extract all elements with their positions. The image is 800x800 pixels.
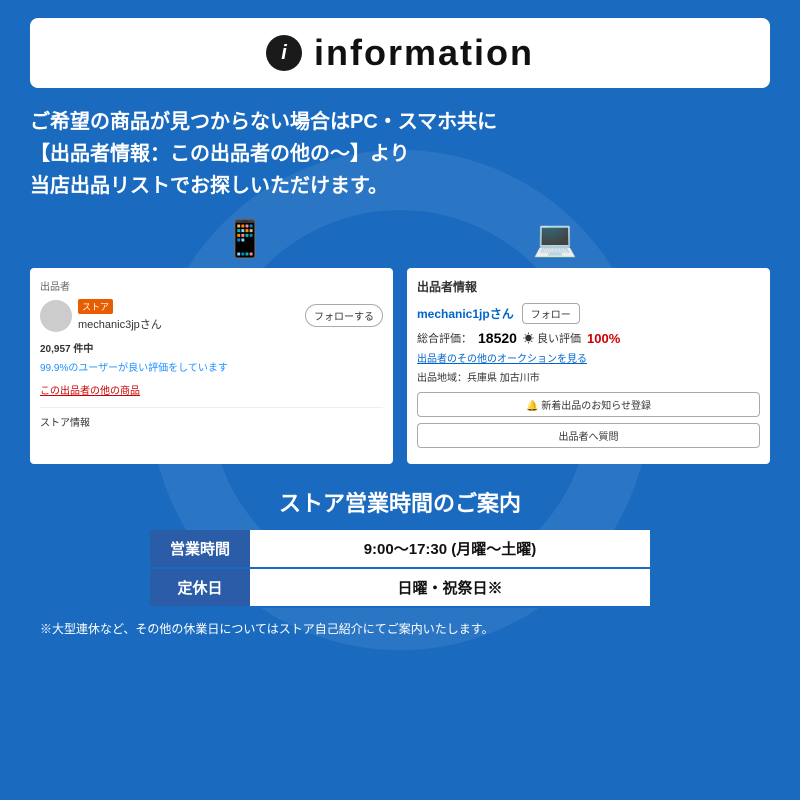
seller-avatar-left: [40, 300, 72, 332]
store-hours-title: ストア営業時間のご案内: [30, 486, 770, 518]
table-row-hours: 営業時間 9:00〜17:30 (月曜〜土曜): [150, 530, 650, 568]
store-hours-section: ストア営業時間のご案内 営業時間 9:00〜17:30 (月曜〜土曜) 定休日 …: [30, 486, 770, 637]
holiday-label: 定休日: [150, 568, 250, 607]
intro-text: ご希望の商品が見つからない場合はPC・スマホ共に 【出品者情報：この出品者の他の…: [30, 106, 770, 202]
name-row-right: mechanic1jpさん フォロー: [417, 303, 760, 324]
follow-button-right[interactable]: フォロー: [522, 303, 580, 324]
good-rating-left: 99.9%のユーザーが良い評価をしています: [40, 359, 383, 374]
intro-line1: ご希望の商品が見つからない場合はPC・スマホ共に: [30, 106, 770, 138]
seller-row-left: ストア mechanic3jpさん フォローする: [40, 299, 383, 332]
info-icon: i: [266, 35, 302, 71]
holiday-value: 日曜・祝祭日※: [250, 568, 650, 607]
seller-name-block-left: ストア mechanic3jpさん: [78, 299, 305, 332]
device-icons-row: 📱 💻: [30, 218, 770, 260]
hours-table: 営業時間 9:00〜17:30 (月曜〜土曜) 定休日 日曜・祝祭日※: [150, 530, 650, 608]
good-percent: 100%: [587, 331, 620, 346]
auction-link[interactable]: 出品者のその他のオークションを見る: [417, 350, 760, 365]
location-text: 出品地域：兵庫県 加古川市: [417, 369, 760, 384]
follow-button-left[interactable]: フォローする: [305, 304, 383, 327]
smartphone-icon: 📱: [223, 218, 268, 260]
store-badge: ストア: [78, 299, 113, 314]
computer-icon: 💻: [533, 218, 578, 260]
hours-note: ※大型連休など、その他の休業日についてはストア自己紹介にてご案内いたします。: [30, 620, 770, 637]
rating-label: 総合評価：: [417, 330, 472, 346]
stats-left: 20,957 件中: [40, 340, 383, 355]
rating-number: 18520: [478, 330, 517, 346]
good-label: ☀ 良い評価: [523, 330, 581, 346]
notify-button[interactable]: 🔔 新着出品のお知らせ登録: [417, 392, 760, 417]
hours-value: 9:00〜17:30 (月曜〜土曜): [250, 530, 650, 568]
screenshot-right: 出品者情報 mechanic1jpさん フォロー 総合評価： 18520 ☀ 良…: [407, 268, 770, 464]
header-box: i information: [30, 18, 770, 88]
page-title: information: [314, 32, 534, 74]
rating-row: 総合評価： 18520 ☀ 良い評価 100%: [417, 330, 760, 346]
divider-left: [40, 407, 383, 408]
intro-line3: 当店出品リストでお探しいただけます。: [30, 170, 770, 202]
hours-label: 営業時間: [150, 530, 250, 568]
seller-name-right: mechanic1jpさん: [417, 305, 514, 322]
screenshot-left: 出品者 ストア mechanic3jpさん フォローする 20,957 件中 9…: [30, 268, 393, 464]
seller-name-left: mechanic3jpさん: [78, 316, 305, 332]
section-label-left: 出品者: [40, 278, 383, 293]
question-button[interactable]: 出品者へ質問: [417, 423, 760, 448]
other-items-link[interactable]: この出品者の他の商品: [40, 382, 383, 397]
seller-info-title: 出品者情報: [417, 278, 760, 295]
intro-line2: 【出品者情報：この出品者の他の〜】より: [30, 138, 770, 170]
screenshots-row: 出品者 ストア mechanic3jpさん フォローする 20,957 件中 9…: [30, 268, 770, 464]
store-info-left: ストア情報: [40, 414, 383, 429]
table-row-holiday: 定休日 日曜・祝祭日※: [150, 568, 650, 607]
count-left: 20,957 件中: [40, 344, 93, 355]
